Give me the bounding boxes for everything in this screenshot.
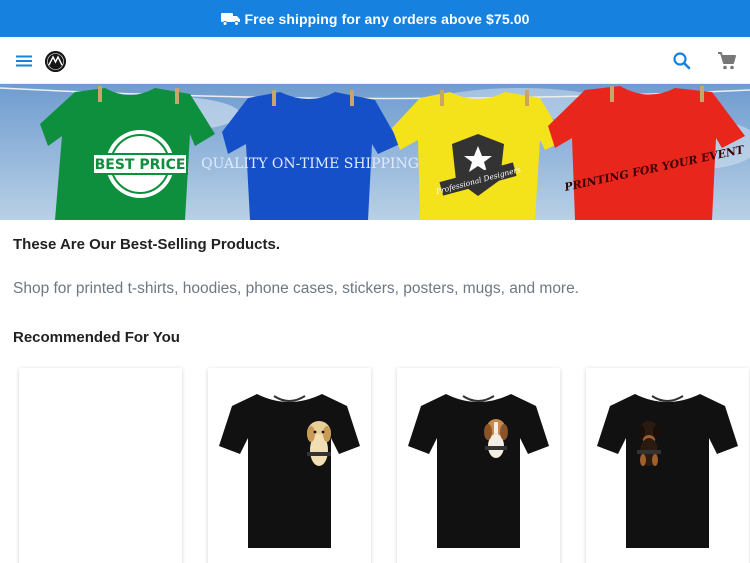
- product-card-2[interactable]: [208, 368, 371, 563]
- product-image-beagle-puppy-tshirt: [408, 394, 549, 548]
- logo[interactable]: [45, 51, 66, 72]
- product-card-3[interactable]: [397, 368, 560, 563]
- promo-bar: Free shipping for any orders above $75.0…: [0, 0, 750, 37]
- page-subline: Shop for printed t-shirts, hoodies, phon…: [13, 280, 580, 297]
- cart-icon[interactable]: [716, 50, 738, 72]
- promo-text: Free shipping for any orders above $75.0…: [244, 10, 530, 27]
- hero-label-best-price: BEST PRICE: [95, 157, 186, 173]
- hero-label-shipping: QUALITY ON-TIME SHIPPING: [201, 156, 419, 172]
- site-header: [0, 37, 750, 84]
- truck-icon: [220, 12, 241, 26]
- product-image-rottweiler-puppy-tshirt: [597, 394, 738, 548]
- hero-banner[interactable]: BEST PRICE QUALITY ON-TIME SHIPPING Prof…: [0, 84, 750, 220]
- search-icon[interactable]: [671, 50, 693, 72]
- product-card-4[interactable]: [586, 368, 749, 563]
- menu-icon[interactable]: [14, 51, 34, 71]
- page-headline: These Are Our Best-Selling Products.: [13, 236, 281, 253]
- product-image-golden-puppy-tshirt: [219, 394, 360, 548]
- product-card-1[interactable]: [19, 368, 182, 563]
- section-title-recommended: Recommended For You: [13, 329, 180, 346]
